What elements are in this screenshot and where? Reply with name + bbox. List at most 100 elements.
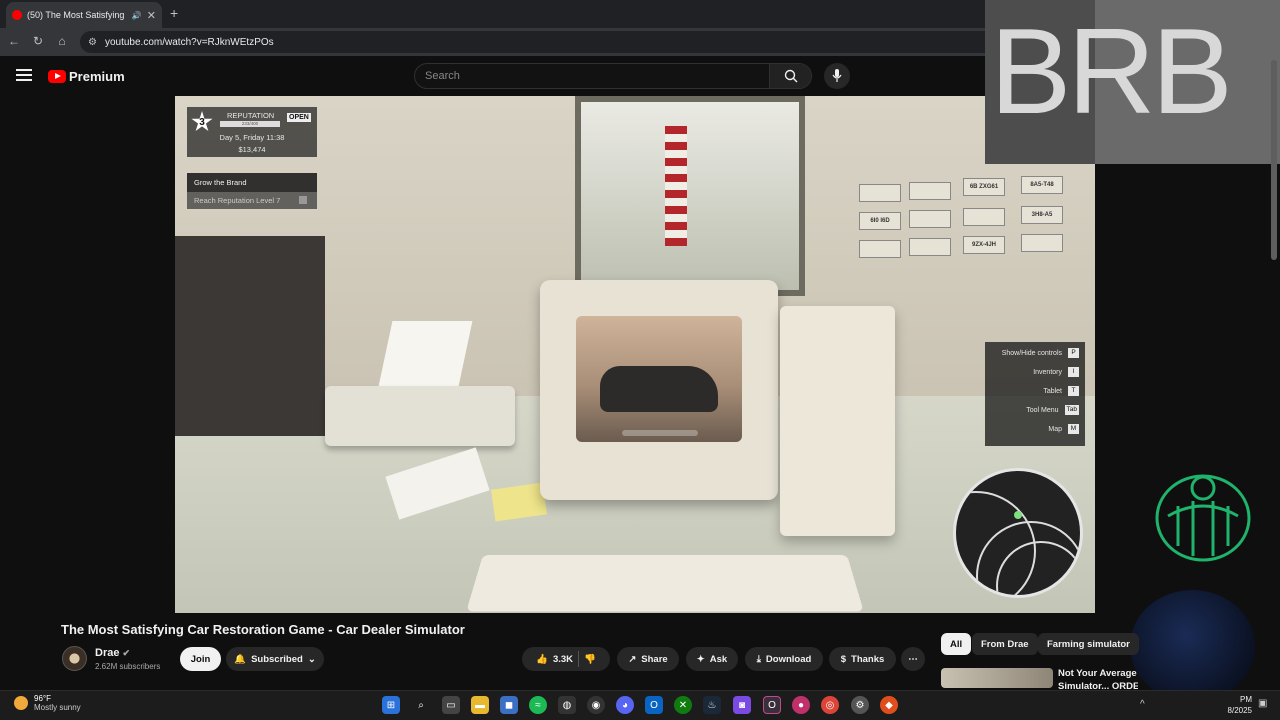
level-star-icon: 3 <box>191 111 213 132</box>
minimap <box>953 468 1083 598</box>
plate: 6I0 I6D <box>859 212 901 230</box>
scene-printer-paper <box>377 321 473 391</box>
thanks-button[interactable]: $ Thanks <box>829 647 896 671</box>
clock[interactable]: PM 8/2025 <box>1222 694 1252 716</box>
join-button[interactable]: Join <box>180 647 221 671</box>
discord-icon[interactable]: ◕ <box>616 696 634 714</box>
share-button[interactable]: ↗ Share <box>617 647 679 671</box>
tray-chevron-icon[interactable]: ^ <box>1140 699 1145 710</box>
tab-title: (50) The Most Satisfying Car <box>27 10 127 20</box>
chip-farming-simulator[interactable]: Farming simulator <box>1038 633 1139 655</box>
search-button[interactable] <box>769 64 811 88</box>
speaker-icon[interactable]: 🔊 <box>132 11 142 20</box>
scrollbar[interactable] <box>1271 60 1277 260</box>
download-icon: ⤓ <box>756 653 761 665</box>
map-pin-icon[interactable]: ● <box>792 696 810 714</box>
youtube-logo[interactable]: Premium <box>48 69 125 84</box>
plate <box>859 240 901 258</box>
spotify-icon[interactable]: ≈ <box>529 696 547 714</box>
video-player[interactable]: 6B ZXG61 8A5-T48 6I0 I6D 3H8-A5 9ZX-4JH … <box>175 96 1095 613</box>
plate <box>859 184 901 202</box>
control-key: T <box>1068 386 1079 396</box>
app-icon[interactable]: ◙ <box>733 696 751 714</box>
channel-avatar[interactable] <box>62 646 87 671</box>
control-label: Tablet <box>1043 387 1062 395</box>
brb-overlay: BRB <box>985 0 1280 164</box>
goal-task-text: Reach Reputation Level 7 <box>194 196 281 205</box>
cash-amount: $13,474 <box>238 145 266 154</box>
recommendation-thumbnail[interactable] <box>941 668 1053 688</box>
open-status: OPEN <box>287 113 311 122</box>
plate <box>1021 234 1063 252</box>
app-icon[interactable]: ◍ <box>558 696 576 714</box>
download-label: Download <box>765 653 812 665</box>
divider <box>578 651 580 667</box>
chip-from-drae[interactable]: From Drae <box>972 633 1038 655</box>
close-tab-icon[interactable]: ✕ <box>147 9 156 22</box>
chip-all[interactable]: All <box>941 633 972 655</box>
scene-flag <box>665 126 687 246</box>
sun-icon <box>14 696 28 710</box>
channel-name-text: Drae <box>95 647 120 659</box>
like-count: 3.3K <box>552 653 574 665</box>
browser-tab[interactable]: (50) The Most Satisfying Car 🔊 ✕ <box>6 2 162 28</box>
back-icon[interactable]: ← <box>6 34 22 48</box>
youtube-play-icon <box>48 70 66 83</box>
control-row: Show/Hide controls P <box>1002 348 1079 358</box>
like-button[interactable]: 👍 3.3K <box>536 654 573 665</box>
control-key: I <box>1068 367 1079 377</box>
scene-computer-tower <box>780 306 895 536</box>
monitor-dock <box>622 430 698 436</box>
ask-button[interactable]: ✦ Ask <box>686 647 738 671</box>
new-tab-button[interactable]: + <box>170 5 178 21</box>
goal-checkbox-icon <box>299 196 307 204</box>
outlook-icon[interactable]: O <box>645 696 663 714</box>
reload-icon[interactable]: ↻ <box>30 34 46 48</box>
channel-name[interactable]: Drae ✔ <box>95 647 130 659</box>
chrome-icon[interactable]: ◎ <box>821 696 839 714</box>
stream-emblem-icon <box>1155 474 1251 562</box>
xbox-icon[interactable]: ✕ <box>674 696 692 714</box>
opera-icon[interactable]: O <box>763 696 781 714</box>
more-icon: ⋯ <box>908 653 918 665</box>
start-icon[interactable]: ⊞ <box>382 696 400 714</box>
control-row: Tablet T <box>1043 386 1079 396</box>
search-icon[interactable]: ⌕ <box>412 696 430 714</box>
more-actions-button[interactable]: ⋯ <box>901 647 925 671</box>
task-view-icon[interactable]: ▭ <box>442 696 460 714</box>
menu-icon[interactable] <box>16 69 32 81</box>
notification-icon[interactable]: ▣ <box>1258 698 1267 709</box>
control-label: Show/Hide controls <box>1001 349 1062 357</box>
file-explorer-icon[interactable]: ▬ <box>471 696 489 714</box>
weather-condition: Mostly sunny <box>34 703 81 712</box>
verified-icon: ✔ <box>122 648 131 658</box>
control-row: Tool Menu Tab <box>1026 405 1079 415</box>
reputation-panel: 3 REPUTATION 233/400 OPEN Day 5, Friday … <box>187 107 317 157</box>
microphone-icon <box>832 69 842 82</box>
download-button[interactable]: ⤓ Download <box>745 647 823 671</box>
search-input[interactable] <box>415 64 771 88</box>
plate <box>909 238 951 256</box>
control-key: P <box>1068 348 1079 358</box>
subscriber-count: 2.62M subscribers <box>95 662 161 671</box>
home-icon[interactable]: ⌂ <box>54 34 70 48</box>
voice-search-button[interactable] <box>824 63 850 89</box>
settings-icon[interactable]: ⚙ <box>851 696 869 714</box>
site-info-icon[interactable]: ⚙ <box>88 37 97 48</box>
store-icon[interactable]: ◼ <box>500 696 518 714</box>
dislike-button[interactable]: 👎 <box>584 654 596 665</box>
thanks-icon: $ <box>840 653 847 665</box>
chevron-down-icon: ⌄ <box>307 653 316 665</box>
search-icon <box>784 69 797 83</box>
obs-icon[interactable]: ◉ <box>587 696 605 714</box>
reputation-bar: 233/400 <box>220 121 280 127</box>
join-label: Join <box>190 653 211 665</box>
subscribed-label: Subscribed <box>251 653 303 665</box>
recommendation-title[interactable]: Not Your Average <box>1058 668 1138 679</box>
subscribed-button[interactable]: 🔔 Subscribed ⌄ <box>226 647 324 671</box>
weather-widget[interactable]: 96°F Mostly sunny <box>14 694 81 712</box>
control-row: Inventory I <box>1033 367 1079 377</box>
scene-car <box>600 366 718 412</box>
app-icon[interactable]: ◆ <box>880 696 898 714</box>
steam-icon[interactable]: ♨ <box>703 696 721 714</box>
